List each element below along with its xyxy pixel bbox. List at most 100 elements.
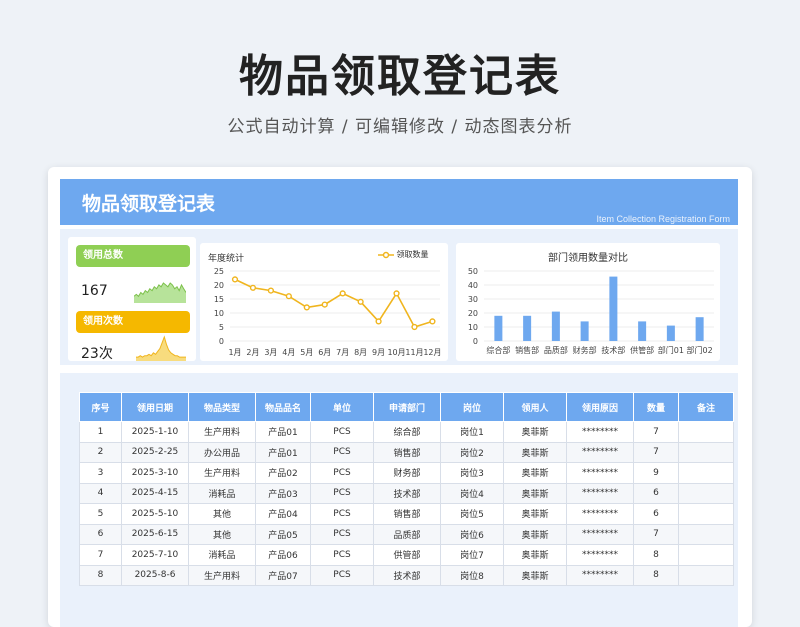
table-cell[interactable]: 4: [79, 482, 122, 504]
table-cell[interactable]: ********: [566, 421, 634, 443]
table-cell[interactable]: 岗位5: [440, 503, 504, 525]
table-cell[interactable]: 供管部: [373, 544, 441, 566]
table-cell[interactable]: 产品07: [255, 564, 311, 586]
table-cell[interactable]: 消耗品: [188, 544, 256, 566]
table-cell[interactable]: 其他: [188, 503, 256, 525]
table-cell[interactable]: 生产用料: [188, 421, 256, 443]
column-header[interactable]: 领用原因: [566, 392, 634, 422]
table-cell[interactable]: PCS: [310, 441, 374, 463]
table-cell[interactable]: 岗位8: [440, 564, 504, 586]
table-cell[interactable]: ********: [566, 462, 634, 484]
table-cell[interactable]: PCS: [310, 503, 374, 525]
table-cell[interactable]: 6: [79, 523, 122, 545]
table-cell[interactable]: 奥菲斯: [503, 523, 567, 545]
table-cell[interactable]: 奥菲斯: [503, 462, 567, 484]
table-cell[interactable]: 产品01: [255, 441, 311, 463]
table-row[interactable]: 4 2025-4-15 消耗品 产品03 PCS 技术部 岗位4 奥菲斯 ******** 6: [79, 482, 734, 504]
table-cell[interactable]: [678, 482, 734, 504]
table-cell[interactable]: PCS: [310, 564, 374, 586]
table-cell[interactable]: 技术部: [373, 564, 441, 586]
table-cell[interactable]: 2025-4-15: [121, 482, 189, 504]
table-row[interactable]: 2 2025-2-25 办公用品 产品01 PCS 销售部 岗位2 奥菲斯 ******** 7: [79, 441, 734, 463]
table-cell[interactable]: 奥菲斯: [503, 421, 567, 443]
table-cell[interactable]: 2025-6-15: [121, 523, 189, 545]
column-header[interactable]: 单位: [310, 392, 374, 422]
table-cell[interactable]: 2025-7-10: [121, 544, 189, 566]
table-cell[interactable]: 岗位1: [440, 421, 504, 443]
table-cell[interactable]: 7: [79, 544, 122, 566]
table-cell[interactable]: 奥菲斯: [503, 564, 567, 586]
table-cell[interactable]: 2025-3-10: [121, 462, 189, 484]
table-cell[interactable]: 1: [79, 421, 122, 443]
table-row[interactable]: 1 2025-1-10 生产用料 产品01 PCS 综合部 岗位1 奥菲斯 ******** 7: [79, 421, 734, 443]
table-cell[interactable]: ********: [566, 482, 634, 504]
table-cell[interactable]: 生产用料: [188, 564, 256, 586]
table-cell[interactable]: 8: [79, 564, 122, 586]
table-cell[interactable]: 5: [79, 503, 122, 525]
table-cell[interactable]: 产品03: [255, 482, 311, 504]
table-cell[interactable]: 其他: [188, 523, 256, 545]
table-cell[interactable]: 奥菲斯: [503, 544, 567, 566]
table-cell[interactable]: PCS: [310, 523, 374, 545]
table-row[interactable]: 3 2025-3-10 生产用料 产品02 PCS 财务部 岗位3 奥菲斯 ******** 9: [79, 462, 734, 484]
table-cell[interactable]: PCS: [310, 462, 374, 484]
table-cell[interactable]: 2025-5-10: [121, 503, 189, 525]
column-header[interactable]: 领用日期: [121, 392, 189, 422]
table-cell[interactable]: 岗位2: [440, 441, 504, 463]
table-row[interactable]: 8 2025-8-6 生产用料 产品07 PCS 技术部 岗位8 奥菲斯 ******** 8: [79, 564, 734, 586]
table-cell[interactable]: 技术部: [373, 482, 441, 504]
table-cell[interactable]: [678, 462, 734, 484]
table-cell[interactable]: 办公用品: [188, 441, 256, 463]
table-cell[interactable]: 岗位3: [440, 462, 504, 484]
table-cell[interactable]: 3: [79, 462, 122, 484]
table-cell[interactable]: 财务部: [373, 462, 441, 484]
column-header[interactable]: 数量: [633, 392, 679, 422]
table-cell[interactable]: 2025-1-10: [121, 421, 189, 443]
table-cell[interactable]: 8: [633, 564, 679, 586]
table-cell[interactable]: 6: [633, 503, 679, 525]
column-header[interactable]: 岗位: [440, 392, 504, 422]
table-cell[interactable]: 产品04: [255, 503, 311, 525]
table-cell[interactable]: ********: [566, 441, 634, 463]
table-cell[interactable]: 6: [633, 482, 679, 504]
table-cell[interactable]: [678, 421, 734, 443]
table-cell[interactable]: 7: [633, 421, 679, 443]
table-cell[interactable]: 2: [79, 441, 122, 463]
column-header[interactable]: 物品品名: [255, 392, 311, 422]
table-cell[interactable]: 产品02: [255, 462, 311, 484]
table-cell[interactable]: [678, 544, 734, 566]
table-cell[interactable]: 销售部: [373, 503, 441, 525]
column-header[interactable]: 领用人: [503, 392, 567, 422]
table-cell[interactable]: [678, 441, 734, 463]
table-cell[interactable]: 产品05: [255, 523, 311, 545]
table-cell[interactable]: 岗位6: [440, 523, 504, 545]
table-cell[interactable]: 生产用料: [188, 462, 256, 484]
column-header[interactable]: 物品类型: [188, 392, 256, 422]
table-cell[interactable]: 2025-8-6: [121, 564, 189, 586]
table-cell[interactable]: 奥菲斯: [503, 503, 567, 525]
table-cell[interactable]: 品质部: [373, 523, 441, 545]
table-cell[interactable]: 销售部: [373, 441, 441, 463]
table-cell[interactable]: 岗位4: [440, 482, 504, 504]
table-cell[interactable]: ********: [566, 544, 634, 566]
table-cell[interactable]: 消耗品: [188, 482, 256, 504]
table-row[interactable]: 7 2025-7-10 消耗品 产品06 PCS 供管部 岗位7 奥菲斯 ******** 8: [79, 544, 734, 566]
table-cell[interactable]: 岗位7: [440, 544, 504, 566]
table-cell[interactable]: 产品01: [255, 421, 311, 443]
table-cell[interactable]: ********: [566, 523, 634, 545]
table-cell[interactable]: 产品06: [255, 544, 311, 566]
table-cell[interactable]: [678, 523, 734, 545]
table-cell[interactable]: 奥菲斯: [503, 441, 567, 463]
table-cell[interactable]: [678, 564, 734, 586]
table-row[interactable]: 5 2025-5-10 其他 产品04 PCS 销售部 岗位5 奥菲斯 ******** 6: [79, 503, 734, 525]
table-cell[interactable]: 综合部: [373, 421, 441, 443]
table-cell[interactable]: PCS: [310, 544, 374, 566]
table-cell[interactable]: ********: [566, 564, 634, 586]
table-cell[interactable]: 奥菲斯: [503, 482, 567, 504]
table-cell[interactable]: 7: [633, 523, 679, 545]
table-row[interactable]: 6 2025-6-15 其他 产品05 PCS 品质部 岗位6 奥菲斯 ******** 7: [79, 523, 734, 545]
table-cell[interactable]: 2025-2-25: [121, 441, 189, 463]
column-header[interactable]: 备注: [678, 392, 734, 422]
table-cell[interactable]: [678, 503, 734, 525]
table-cell[interactable]: ********: [566, 503, 634, 525]
